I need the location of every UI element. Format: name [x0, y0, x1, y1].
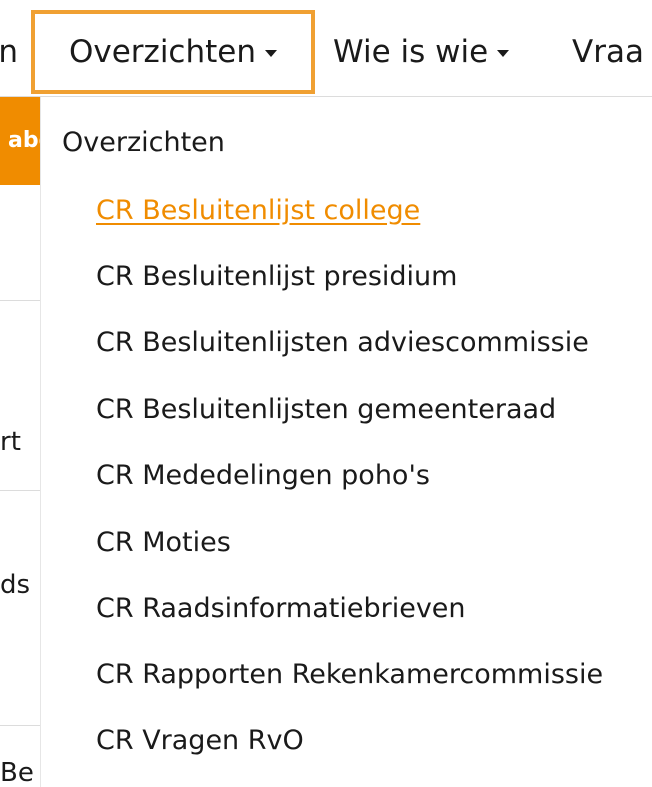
nav-item-overzichten[interactable]: Overzichten: [31, 10, 315, 94]
divider: [0, 300, 40, 301]
nav-item-vragen[interactable]: Vraa: [572, 10, 644, 94]
menu-item-besluitenlijst-presidium[interactable]: CR Besluitenlijst presidium: [96, 261, 457, 292]
background-text: Be: [0, 758, 34, 787]
menu-item-besluitenlijsten-gemeenteraad[interactable]: CR Besluitenlijsten gemeenteraad: [96, 394, 556, 425]
background-text: rt: [0, 427, 21, 457]
divider: [0, 725, 40, 726]
menu-item-raadsinformatiebrieven[interactable]: CR Raadsinformatiebrieven: [96, 593, 466, 624]
divider: [0, 490, 40, 491]
dropdown-header: Overzichten: [62, 127, 225, 158]
caret-down-icon: [265, 50, 277, 57]
menu-item-rapporten-rekenkamercommissie[interactable]: CR Rapporten Rekenkamercommissie: [96, 659, 603, 690]
nav-item-previous-label: n: [0, 34, 18, 70]
background-orange-button: abo: [0, 97, 40, 185]
nav-item-wie-is-wie[interactable]: Wie is wie: [333, 10, 510, 94]
menu-item-besluitenlijsten-adviescommissie[interactable]: CR Besluitenlijsten adviescommissie: [96, 327, 589, 358]
nav-item-vragen-label: Vraa: [572, 34, 644, 70]
menu-item-moties[interactable]: CR Moties: [96, 527, 231, 558]
nav-item-previous[interactable]: n: [0, 10, 18, 94]
top-navbar: n Overzichten Wie is wie Vraa: [0, 0, 652, 97]
caret-down-icon: [497, 50, 510, 57]
menu-item-besluitenlijst-college[interactable]: CR Besluitenlijst college: [96, 195, 420, 226]
background-orange-label: abo: [8, 128, 40, 153]
nav-item-wie-is-wie-label: Wie is wie: [333, 34, 489, 70]
background-page-content: abo rt ds Be: [0, 97, 40, 787]
overzichten-dropdown-menu: Overzichten CR Besluitenlijst college CR…: [40, 97, 652, 787]
background-text: ds: [0, 570, 31, 600]
menu-item-mededelingen-pohos[interactable]: CR Mededelingen poho's: [96, 460, 430, 491]
menu-item-vragen-rvo[interactable]: CR Vragen RvO: [96, 725, 304, 756]
nav-item-overzichten-label: Overzichten: [68, 34, 256, 70]
